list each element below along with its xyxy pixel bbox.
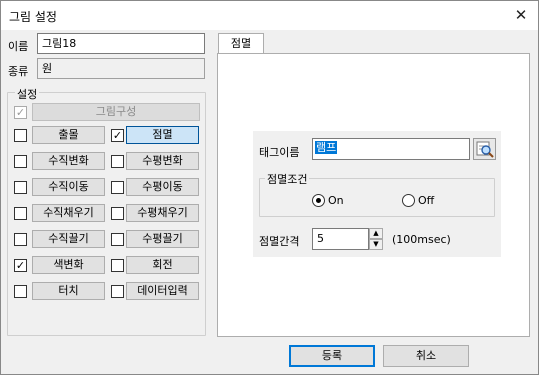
tag-name-label: 태그이름 [259, 146, 300, 159]
cancel-button[interactable]: 취소 [383, 345, 469, 367]
spin-down-icon[interactable]: ▼ [369, 239, 383, 250]
blink-interval-unit: (100msec) [392, 233, 451, 246]
tab-blink[interactable]: 점멸 [218, 33, 264, 54]
blink-interval-input[interactable]: 5 [312, 228, 369, 250]
check-icon: ✓ [15, 259, 26, 272]
title-bar: 그림 설정 ✕ [1, 1, 538, 30]
blink-interval-label: 점멸간격 [259, 235, 300, 248]
setting-9-button[interactable]: 수평끌기 [126, 230, 199, 248]
window-title: 그림 설정 [9, 10, 57, 24]
radio-off[interactable] [402, 194, 415, 207]
setting-12-button[interactable]: 터치 [32, 282, 105, 300]
setting-6-button[interactable]: 수직채우기 [32, 204, 105, 222]
radio-on[interactable] [312, 194, 325, 207]
setting-10-button[interactable]: 색변화 [32, 256, 105, 274]
setting-5-button[interactable]: 수평이동 [126, 178, 199, 196]
type-field: 원 [37, 58, 205, 79]
setting-8-button[interactable]: 수직끌기 [32, 230, 105, 248]
tag-name-value: 램프 [315, 141, 338, 154]
settings-group-title: 설정 [15, 86, 40, 102]
picture-config-button: 그림구성 [32, 103, 200, 121]
ok-button[interactable]: 등록 [289, 345, 375, 367]
name-label: 이름 [8, 40, 29, 53]
close-icon[interactable]: ✕ [512, 6, 530, 24]
setting-4-checkbox[interactable] [14, 181, 27, 194]
check-icon: ✓ [15, 106, 26, 119]
blink-panel: 태그이름 램프 점멸조건 On Off 점멸간격 5 ▲ ▼ (100msec) [253, 131, 501, 257]
setting-7-button[interactable]: 수평채우기 [126, 204, 199, 222]
tag-search-icon [476, 141, 494, 158]
blink-condition-title: 점멸조건 [265, 171, 310, 187]
settings-dialog: 그림 설정 ✕ 이름 그림18 종류 원 설정 ✓ 그림구성 출몰 ✓ 점멸 수직변화… [0, 0, 539, 375]
name-input[interactable]: 그림18 [37, 33, 205, 54]
tag-name-input[interactable]: 램프 [312, 138, 470, 160]
picture-config-checkbox: ✓ [14, 106, 27, 119]
setting-2-checkbox[interactable] [14, 155, 27, 168]
setting-8-checkbox[interactable] [14, 233, 27, 246]
radio-on-dot [316, 198, 321, 203]
setting-5-checkbox[interactable] [111, 181, 124, 194]
setting-1-button[interactable]: 점멸 [126, 126, 199, 144]
setting-13-button[interactable]: 데이터입력 [126, 282, 199, 300]
radio-off-label: Off [418, 194, 435, 207]
setting-7-checkbox[interactable] [111, 207, 124, 220]
setting-9-checkbox[interactable] [111, 233, 124, 246]
setting-0-checkbox[interactable] [14, 129, 27, 142]
setting-0-button[interactable]: 출몰 [32, 126, 105, 144]
setting-12-checkbox[interactable] [14, 285, 27, 298]
setting-11-button[interactable]: 회전 [126, 256, 199, 274]
setting-11-checkbox[interactable] [111, 259, 124, 272]
setting-10-checkbox[interactable]: ✓ [14, 259, 27, 272]
setting-3-button[interactable]: 수평변화 [126, 152, 199, 170]
setting-2-button[interactable]: 수직변화 [32, 152, 105, 170]
setting-3-checkbox[interactable] [111, 155, 124, 168]
type-label: 종류 [8, 65, 29, 78]
tag-browse-button[interactable] [473, 138, 496, 160]
setting-1-checkbox[interactable]: ✓ [111, 129, 124, 142]
setting-13-checkbox[interactable] [111, 285, 124, 298]
setting-6-checkbox[interactable] [14, 207, 27, 220]
check-icon: ✓ [112, 129, 123, 142]
setting-4-button[interactable]: 수직이동 [32, 178, 105, 196]
spin-up-icon[interactable]: ▲ [369, 228, 383, 239]
radio-on-label: On [328, 194, 344, 207]
